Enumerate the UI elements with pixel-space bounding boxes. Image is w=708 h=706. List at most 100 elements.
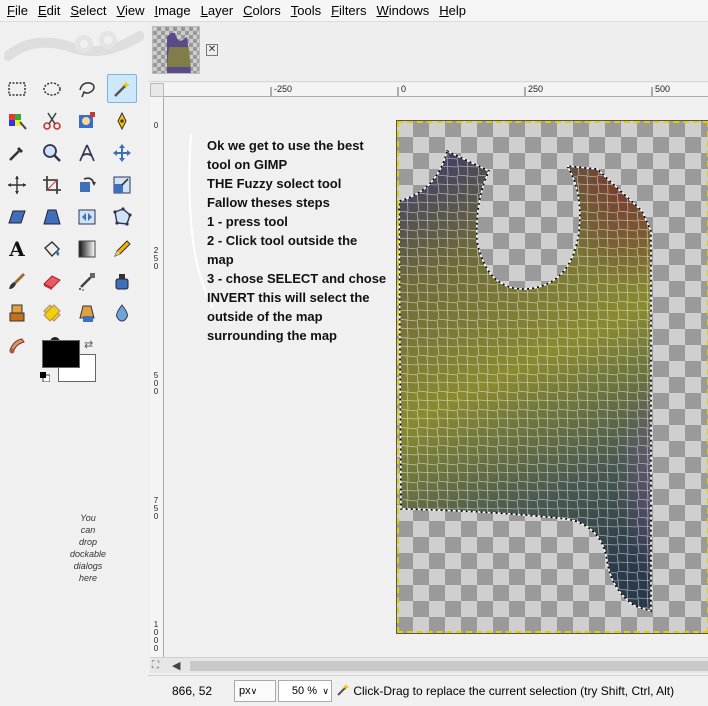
heal-icon[interactable] [37, 298, 67, 327]
image-canvas[interactable]: Ok we get to use the best tool on GIMP T… [165, 98, 708, 657]
scroll-left-icon[interactable]: ◀ [172, 659, 180, 672]
gimp-window: File Edit Select View Image Layer Colors… [0, 0, 708, 706]
dock-hint-line: drop [78, 537, 97, 547]
foreground-color-swatch[interactable] [42, 340, 80, 368]
ruler-label: 0 [153, 121, 159, 130]
ruler-label: -250 [274, 84, 293, 94]
menu-layer[interactable]: Layer [196, 0, 239, 22]
align-icon[interactable] [2, 170, 32, 199]
status-message: Click-Drag to replace the current select… [336, 683, 674, 698]
menu-file[interactable]: File [2, 0, 33, 22]
quick-mask-toggle[interactable] [150, 83, 164, 97]
shear-icon[interactable] [2, 202, 32, 231]
fuzzy-select-icon[interactable] [107, 74, 137, 103]
ruler-label: 250 [153, 246, 159, 271]
cage-transform-icon[interactable] [107, 202, 137, 231]
free-select-icon[interactable] [72, 74, 102, 103]
annotation-line: map [207, 252, 234, 267]
perspective-clone-icon[interactable] [72, 298, 102, 327]
dock-hint-line: here [78, 573, 97, 583]
rotate-icon[interactable] [72, 170, 102, 199]
swap-colors-icon[interactable]: ⇄ [84, 338, 93, 351]
zoom-icon[interactable] [37, 138, 67, 167]
ruler-label: 500 [655, 84, 671, 94]
tool-grid: A [2, 74, 146, 361]
annotation-line: INVERT this will select the [207, 290, 370, 305]
menu-select[interactable]: Select [65, 0, 111, 22]
blend-icon[interactable] [72, 234, 102, 263]
ink-icon[interactable] [107, 266, 137, 295]
smudge-icon[interactable] [2, 330, 32, 359]
scrollbar-thumb[interactable] [190, 661, 708, 671]
ellipse-select-icon[interactable] [37, 74, 67, 103]
menu-filters[interactable]: Filters [326, 0, 371, 22]
airbrush-icon[interactable] [72, 266, 102, 295]
crop-icon[interactable] [37, 170, 67, 199]
perspective-icon[interactable] [37, 202, 67, 231]
rect-select-icon[interactable] [2, 74, 32, 103]
dock-hint-line: dialogs [73, 561, 103, 571]
ruler-label: 750 [153, 496, 159, 521]
toolbox: A ⇄ You can drop dockable dialogs here [0, 22, 148, 706]
menu-help[interactable]: Help [434, 0, 471, 22]
menu-windows[interactable]: Windows [372, 0, 435, 22]
dock-hint: You can drop dockable dialogs here [48, 512, 128, 584]
blur-icon[interactable] [107, 298, 137, 327]
scissors-select-icon[interactable] [37, 106, 67, 135]
uv-map-texture [398, 149, 652, 613]
status-bar: 866, 52 px∨ 50 % ∨ Click-Drag to replace… [148, 675, 708, 706]
annotation-line: 1 - press tool [207, 214, 288, 229]
pointer-coordinates: 866, 52 [172, 684, 213, 698]
unit-value: px [239, 685, 251, 697]
foreground-select-icon[interactable] [72, 106, 102, 135]
annotation-line: surrounding the map [207, 328, 337, 343]
measure-icon[interactable] [72, 138, 102, 167]
menu-tools[interactable]: Tools [286, 0, 326, 22]
image-tab-strip: ✕ [148, 22, 708, 82]
ruler-label: 500 [153, 371, 159, 396]
fuzzy-select-icon [337, 684, 349, 696]
color-selector: ⇄ [40, 338, 100, 408]
eraser-icon[interactable] [37, 266, 67, 295]
zoom-select[interactable]: 50 % ∨ [278, 680, 332, 702]
ruler-label: 1000 [153, 620, 159, 653]
select-by-color-icon[interactable] [2, 106, 32, 135]
scale-icon[interactable] [107, 170, 137, 199]
image-tab-thumbnail[interactable] [152, 26, 200, 74]
bucket-fill-icon[interactable] [37, 234, 67, 263]
chevron-down-icon: ∨ [322, 686, 329, 696]
clone-icon[interactable] [2, 298, 32, 327]
menu-bar: File Edit Select View Image Layer Colors… [0, 0, 708, 22]
svg-text:A: A [8, 238, 25, 260]
annotation-line: THE Fuzzy solect tool [207, 176, 342, 191]
move-icon[interactable] [107, 138, 137, 167]
menu-image[interactable]: Image [149, 0, 195, 22]
paths-icon[interactable] [107, 106, 137, 135]
annotation-line: 2 - Click tool outside the [207, 233, 358, 248]
annotation-line: Fallow theses steps [207, 195, 330, 210]
dock-hint-line: dockable [69, 549, 107, 559]
zoom-value: 50 % [291, 685, 317, 697]
annotation-line: tool on GIMP [207, 157, 288, 172]
tutorial-annotation: Ok we get to use the best tool on GIMP T… [207, 136, 407, 345]
paintbrush-icon[interactable] [2, 266, 32, 295]
dock-hint-line: You [80, 513, 96, 523]
tab-close-icon[interactable]: ✕ [206, 44, 218, 56]
ruler-label: 0 [401, 84, 407, 94]
status-message-text: Click-Drag to replace the current select… [353, 684, 675, 698]
dock-hint-line: can [80, 525, 96, 535]
unit-select[interactable]: px∨ [234, 680, 276, 702]
menu-view[interactable]: View [112, 0, 150, 22]
horizontal-scrollbar[interactable]: ⛶ ◀ [150, 657, 708, 673]
text-icon[interactable]: A [2, 234, 32, 263]
menu-edit[interactable]: Edit [33, 0, 65, 22]
ruler-label: 250 [528, 84, 544, 94]
flip-icon[interactable] [72, 202, 102, 231]
reset-colors-icon[interactable] [40, 372, 50, 382]
color-picker-icon[interactable] [2, 138, 32, 167]
menu-colors[interactable]: Colors [238, 0, 286, 22]
pencil-icon[interactable] [107, 234, 137, 263]
horizontal-ruler: -250 0 250 500 [164, 83, 708, 97]
navigate-icon[interactable]: ⛶ [152, 660, 159, 671]
gimp-logo [4, 31, 144, 61]
